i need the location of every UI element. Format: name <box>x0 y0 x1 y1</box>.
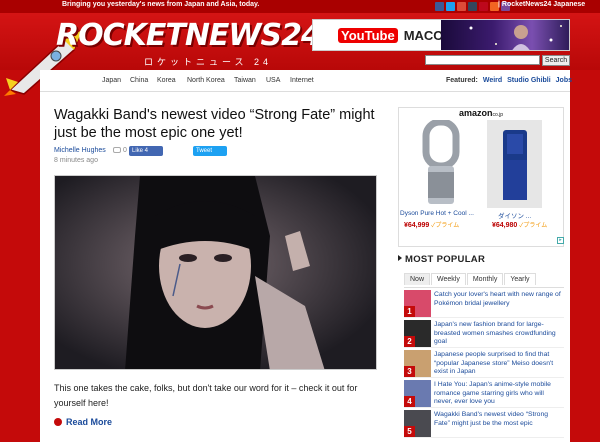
nav-japan[interactable]: Japan <box>102 77 121 84</box>
article-hero-image[interactable] <box>54 175 377 370</box>
google-plus-icon[interactable] <box>457 2 466 11</box>
read-more-label: Read More <box>66 417 113 427</box>
product-2-price-value: ¥64,980 <box>492 222 518 229</box>
rank-badge: 5 <box>404 426 415 437</box>
product-1-name[interactable]: Dyson Pure Hot + Cool ... <box>400 210 474 217</box>
facebook-icon[interactable] <box>435 2 444 11</box>
article-timestamp: 8 minutes ago <box>54 157 98 164</box>
product-2-prime: ✓プライム <box>519 223 548 229</box>
featured-jobs[interactable]: Jobs <box>556 77 572 84</box>
arrow-circle-icon <box>54 418 62 426</box>
tumblr-icon[interactable] <box>468 2 477 11</box>
hero-illustration <box>55 176 376 369</box>
article-thumbnail[interactable]: 3 <box>404 350 431 377</box>
rank-badge: 4 <box>404 396 415 407</box>
most-popular-tabs: Now Weekly Monthly Yearly <box>404 273 537 285</box>
most-popular-heading: MOST POPULAR <box>398 254 485 265</box>
popular-article-link[interactable]: Japanese people surprised to find that “… <box>434 351 564 377</box>
nav-china[interactable]: China <box>130 77 148 84</box>
product-2-name[interactable]: ダイソン ... <box>498 210 531 220</box>
nav-internet[interactable]: Internet <box>290 77 314 84</box>
article-thumbnail[interactable]: 2 <box>404 320 431 347</box>
amazon-brand: amazon <box>459 108 493 118</box>
featured-studio-ghibli[interactable]: Studio Ghibli <box>507 77 551 84</box>
amazon-brand-suffix: co.jp <box>492 112 504 118</box>
product-2-price: ¥64,980 ✓プライム <box>492 220 547 229</box>
nav-taiwan[interactable]: Taiwan <box>234 77 256 84</box>
featured-weird[interactable]: Weird <box>483 77 502 84</box>
rank-badge: 1 <box>404 306 415 317</box>
tab-yearly[interactable]: Yearly <box>504 273 536 285</box>
popular-article-link[interactable]: Catch your lover's heart with new range … <box>434 291 564 308</box>
comment-count-value: 0 <box>123 147 127 154</box>
rank-badge: 2 <box>404 336 415 347</box>
pinterest-icon[interactable] <box>479 2 488 11</box>
site-logo[interactable]: ROCKETNEWS24 <box>56 18 322 53</box>
adchoices-icon[interactable]: ▸ <box>557 237 564 244</box>
nav-usa[interactable]: USA <box>266 77 280 84</box>
popular-article-link[interactable]: Japan's new fashion brand for large-brea… <box>434 321 564 347</box>
ad-artist-image <box>441 20 569 50</box>
rank-badge: 3 <box>404 366 415 377</box>
product-1-price: ¥64,999 ✓プライム <box>404 220 459 229</box>
list-item[interactable]: 2 Japan's new fashion brand for large-br… <box>404 318 564 348</box>
nav-korea[interactable]: Korea <box>157 77 176 84</box>
product-1-prime: ✓プライム <box>431 223 460 229</box>
tab-monthly[interactable]: Monthly <box>466 273 504 285</box>
dyson-silver-product-image[interactable] <box>420 120 462 208</box>
most-popular-list: 1 Catch your lover's heart with new rang… <box>404 287 564 438</box>
site-tagline: Bringing you yesterday's news from Japan… <box>62 1 260 8</box>
popular-article-link[interactable]: Wagakki Band's newest video “Strong Fate… <box>434 411 564 428</box>
tweet-button[interactable]: Tweet <box>193 146 227 156</box>
ad-singer-graphic <box>469 25 562 50</box>
article-excerpt: This one takes the cake, folks, but don'… <box>54 383 358 408</box>
twitter-icon[interactable] <box>446 2 455 11</box>
article-thumbnail[interactable]: 1 <box>404 290 431 317</box>
comment-icon <box>113 147 121 154</box>
rocketnews-japanese-link[interactable]: | RocketNews24 Japanese <box>498 1 585 8</box>
youtube-ad-text: YouTube MACO <box>337 28 443 43</box>
amazon-logo: amazonco.jp <box>459 108 503 118</box>
facebook-like-button[interactable]: Like 4 <box>129 146 163 156</box>
article-thumbnail[interactable]: 5 <box>404 410 431 437</box>
comment-count[interactable]: 0 <box>113 147 127 154</box>
youtube-logo: YouTube <box>338 28 398 43</box>
article-title[interactable]: Wagakki Band's newest video “Strong Fate… <box>54 106 384 142</box>
site-logo-subtitle: ロケットニュース 24 <box>144 57 273 67</box>
search-input[interactable] <box>425 55 540 65</box>
popular-article-link[interactable]: I Hate You: Japan's anime-style mobile r… <box>434 381 564 407</box>
list-item[interactable]: 1 Catch your lover's heart with new rang… <box>404 288 564 318</box>
tab-weekly[interactable]: Weekly <box>431 273 466 285</box>
product-1-price-value: ¥64,999 <box>404 222 430 229</box>
list-item[interactable]: 5 Wagakki Band's newest video “Strong Fa… <box>404 408 564 438</box>
featured-label: Featured: <box>446 77 478 84</box>
most-popular-title: MOST POPULAR <box>405 254 486 265</box>
article-thumbnail[interactable]: 4 <box>404 380 431 407</box>
read-more-link[interactable]: Read More <box>54 417 112 427</box>
dyson-blue-product-image[interactable] <box>487 120 542 208</box>
youtube-ad-banner[interactable]: YouTube MACO <box>312 19 570 51</box>
triangle-right-icon <box>398 255 402 261</box>
article-author[interactable]: Michelle Hughes <box>54 147 106 154</box>
nav-north-korea[interactable]: North Korea <box>187 77 225 84</box>
main-nav: Japan China Korea North Korea Taiwan USA… <box>40 70 572 92</box>
ad-artist-name: MACO <box>403 28 444 43</box>
tab-now[interactable]: Now <box>404 273 431 285</box>
featured-links: Featured: Weird Studio Ghibli Jobs <box>446 77 572 84</box>
search-button[interactable]: Search <box>542 55 570 66</box>
top-bar: Bringing you yesterday's news from Japan… <box>0 0 600 13</box>
list-item[interactable]: 3 Japanese people surprised to find that… <box>404 348 564 378</box>
list-item[interactable]: 4 I Hate You: Japan's anime-style mobile… <box>404 378 564 408</box>
